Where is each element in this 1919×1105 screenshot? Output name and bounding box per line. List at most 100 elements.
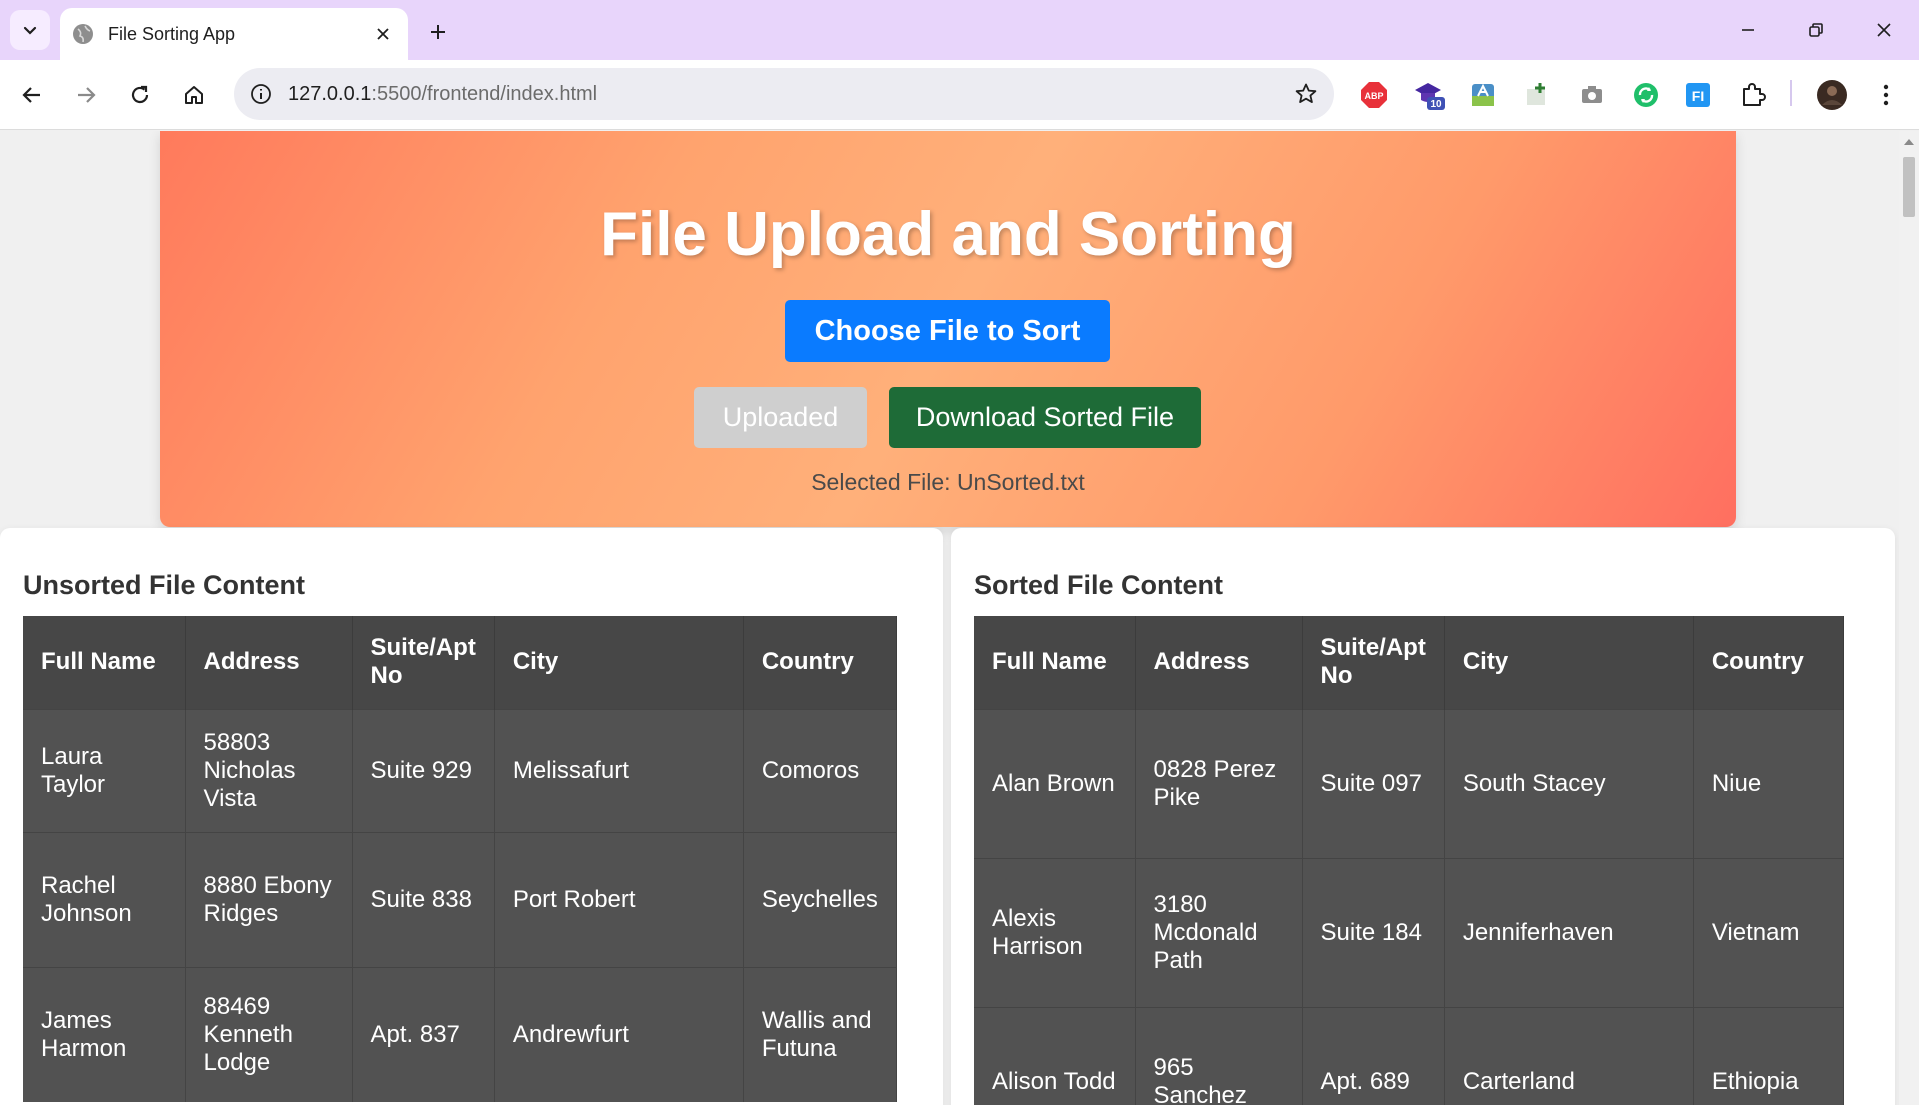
forward-arrow-icon [78, 87, 96, 103]
column-header: Country [1693, 616, 1844, 709]
table-cell: Melissafurt [494, 708, 744, 832]
close-icon [1877, 23, 1891, 37]
table-cell: 58803 Nicholas Vista [185, 708, 353, 832]
bookmark-star-icon[interactable] [1294, 82, 1318, 106]
sheet-add-icon[interactable] [1520, 77, 1556, 113]
table-cell: Niue [1693, 708, 1844, 858]
uploaded-button[interactable]: Uploaded [694, 387, 867, 448]
unsorted-panel: Unsorted File Content Full Name Address … [0, 528, 943, 1105]
column-header: City [494, 616, 744, 709]
table-cell: 965 Sanchez [1135, 1006, 1303, 1105]
restore-button[interactable] [1788, 10, 1844, 50]
column-header: Address [1135, 616, 1303, 709]
column-header: City [1444, 616, 1694, 709]
table-cell: Carterland [1444, 1006, 1694, 1105]
scrollbar-thumb[interactable] [1903, 157, 1915, 217]
table-cell: Suite 184 [1302, 857, 1445, 1007]
back-button[interactable] [12, 75, 52, 115]
page-title: File Upload and Sorting [600, 200, 1296, 269]
page-scrollbar[interactable] [1899, 131, 1919, 1105]
address-bar[interactable]: 127.0.0.1:5500/frontend/index.html [234, 68, 1334, 120]
column-header: Suite/Apt No [1302, 616, 1445, 709]
table-cell: South Stacey [1444, 708, 1694, 858]
minimize-button[interactable] [1720, 10, 1776, 50]
table-cell: Jenniferhaven [1444, 857, 1694, 1007]
download-sorted-button[interactable]: Download Sorted File [889, 387, 1201, 448]
menu-kebab-icon[interactable] [1868, 77, 1904, 113]
url-path: :5500/frontend/index.html [371, 82, 598, 105]
tab-strip: File Sorting App [0, 0, 1919, 60]
table-row: Laura Taylor 58803 Nicholas Vista Suite … [23, 708, 897, 832]
table-cell: Port Robert [494, 831, 744, 967]
table-cell: Apt. 689 [1302, 1006, 1445, 1105]
active-tab[interactable]: File Sorting App [60, 8, 408, 60]
fi-label: FI [1692, 88, 1704, 104]
home-button[interactable] [174, 75, 214, 115]
table-row: Alexis Harrison 3180 Mcdonald Path Suite… [974, 857, 1844, 1007]
sorted-panel: Sorted File Content Full Name Address Su… [951, 528, 1895, 1105]
sync-icon[interactable] [1628, 77, 1664, 113]
minimize-icon [1742, 29, 1754, 31]
new-tab-button[interactable] [420, 14, 456, 50]
table-header-row: Full Name Address Suite/Apt No City Coun… [23, 616, 897, 709]
unsorted-table: Full Name Address Suite/Apt No City Coun… [23, 616, 897, 1102]
url-text[interactable]: 127.0.0.1:5500/frontend/index.html [288, 83, 1294, 106]
choose-file-button[interactable]: Choose File to Sort [785, 300, 1110, 362]
table-cell: Comoros [743, 708, 897, 832]
abp-icon[interactable]: ABP [1356, 77, 1392, 113]
abp-label: ABP [1364, 91, 1383, 101]
site-info-icon[interactable] [250, 83, 272, 105]
table-cell: Suite 097 [1302, 708, 1445, 858]
scroll-up-arrow-icon[interactable] [1904, 139, 1914, 145]
column-header: Address [185, 616, 353, 709]
ext-badge-count: 10 [1430, 99, 1442, 110]
puzzle-icon[interactable] [1735, 77, 1771, 113]
close-tab-icon[interactable] [370, 21, 396, 47]
forward-button[interactable] [66, 75, 106, 115]
table-cell: 0828 Perez Pike [1135, 708, 1303, 858]
sorted-heading: Sorted File Content [974, 570, 1223, 600]
table-cell: Alan Brown [974, 708, 1136, 858]
table-cell: Ethiopia [1693, 1006, 1844, 1105]
globe-icon [73, 24, 93, 44]
column-header: Full Name [23, 616, 186, 709]
table-row: James Harmon 88469 Kenneth Lodge Apt. 83… [23, 966, 897, 1102]
sorted-table: Full Name Address Suite/Apt No City Coun… [974, 616, 1844, 1105]
tab-title: File Sorting App [108, 23, 236, 44]
browser-toolbar: 127.0.0.1:5500/frontend/index.html ABP 1… [0, 60, 1919, 130]
table-cell: Alexis Harrison [974, 857, 1136, 1007]
plus-icon [431, 25, 445, 39]
toolbar-divider [1790, 80, 1792, 106]
translate-icon[interactable] [1465, 77, 1501, 113]
column-header: Suite/Apt No [352, 616, 495, 709]
table-cell: Vietnam [1693, 857, 1844, 1007]
table-cell: Suite 929 [352, 708, 495, 832]
table-header-row: Full Name Address Suite/Apt No City Coun… [974, 616, 1844, 709]
table-cell: 88469 Kenneth Lodge [185, 966, 353, 1102]
upload-header: File Upload and Sorting Choose File to S… [160, 131, 1736, 527]
chevron-down-icon [23, 26, 37, 35]
restore-icon [1809, 23, 1823, 37]
table-row: Rachel Johnson 8880 Ebony Ridges Suite 8… [23, 831, 897, 967]
close-window-button[interactable] [1856, 10, 1912, 50]
table-cell: James Harmon [23, 966, 186, 1102]
table-cell: Laura Taylor [23, 708, 186, 832]
home-icon [185, 86, 203, 104]
unsorted-heading: Unsorted File Content [23, 570, 305, 600]
page-viewport: File Upload and Sorting Choose File to S… [0, 131, 1899, 1105]
profile-avatar[interactable] [1814, 77, 1850, 113]
graduation-cap-icon[interactable]: 10 [1412, 77, 1448, 113]
camera-icon[interactable] [1574, 77, 1610, 113]
column-header: Full Name [974, 616, 1136, 709]
tab-search-button[interactable] [10, 10, 50, 50]
table-row: Alison Todd 965 Sanchez Apt. 689 Carterl… [974, 1006, 1844, 1105]
column-header: Country [743, 616, 897, 709]
table-cell: 3180 Mcdonald Path [1135, 857, 1303, 1007]
table-cell: Alison Todd [974, 1006, 1136, 1105]
url-host: 127.0.0.1 [288, 82, 372, 105]
table-cell: Seychelles [743, 831, 897, 967]
fi-icon[interactable]: FI [1680, 77, 1716, 113]
back-arrow-icon [22, 87, 40, 103]
reload-button[interactable] [120, 75, 160, 115]
table-cell: Andrewfurt [494, 966, 744, 1102]
